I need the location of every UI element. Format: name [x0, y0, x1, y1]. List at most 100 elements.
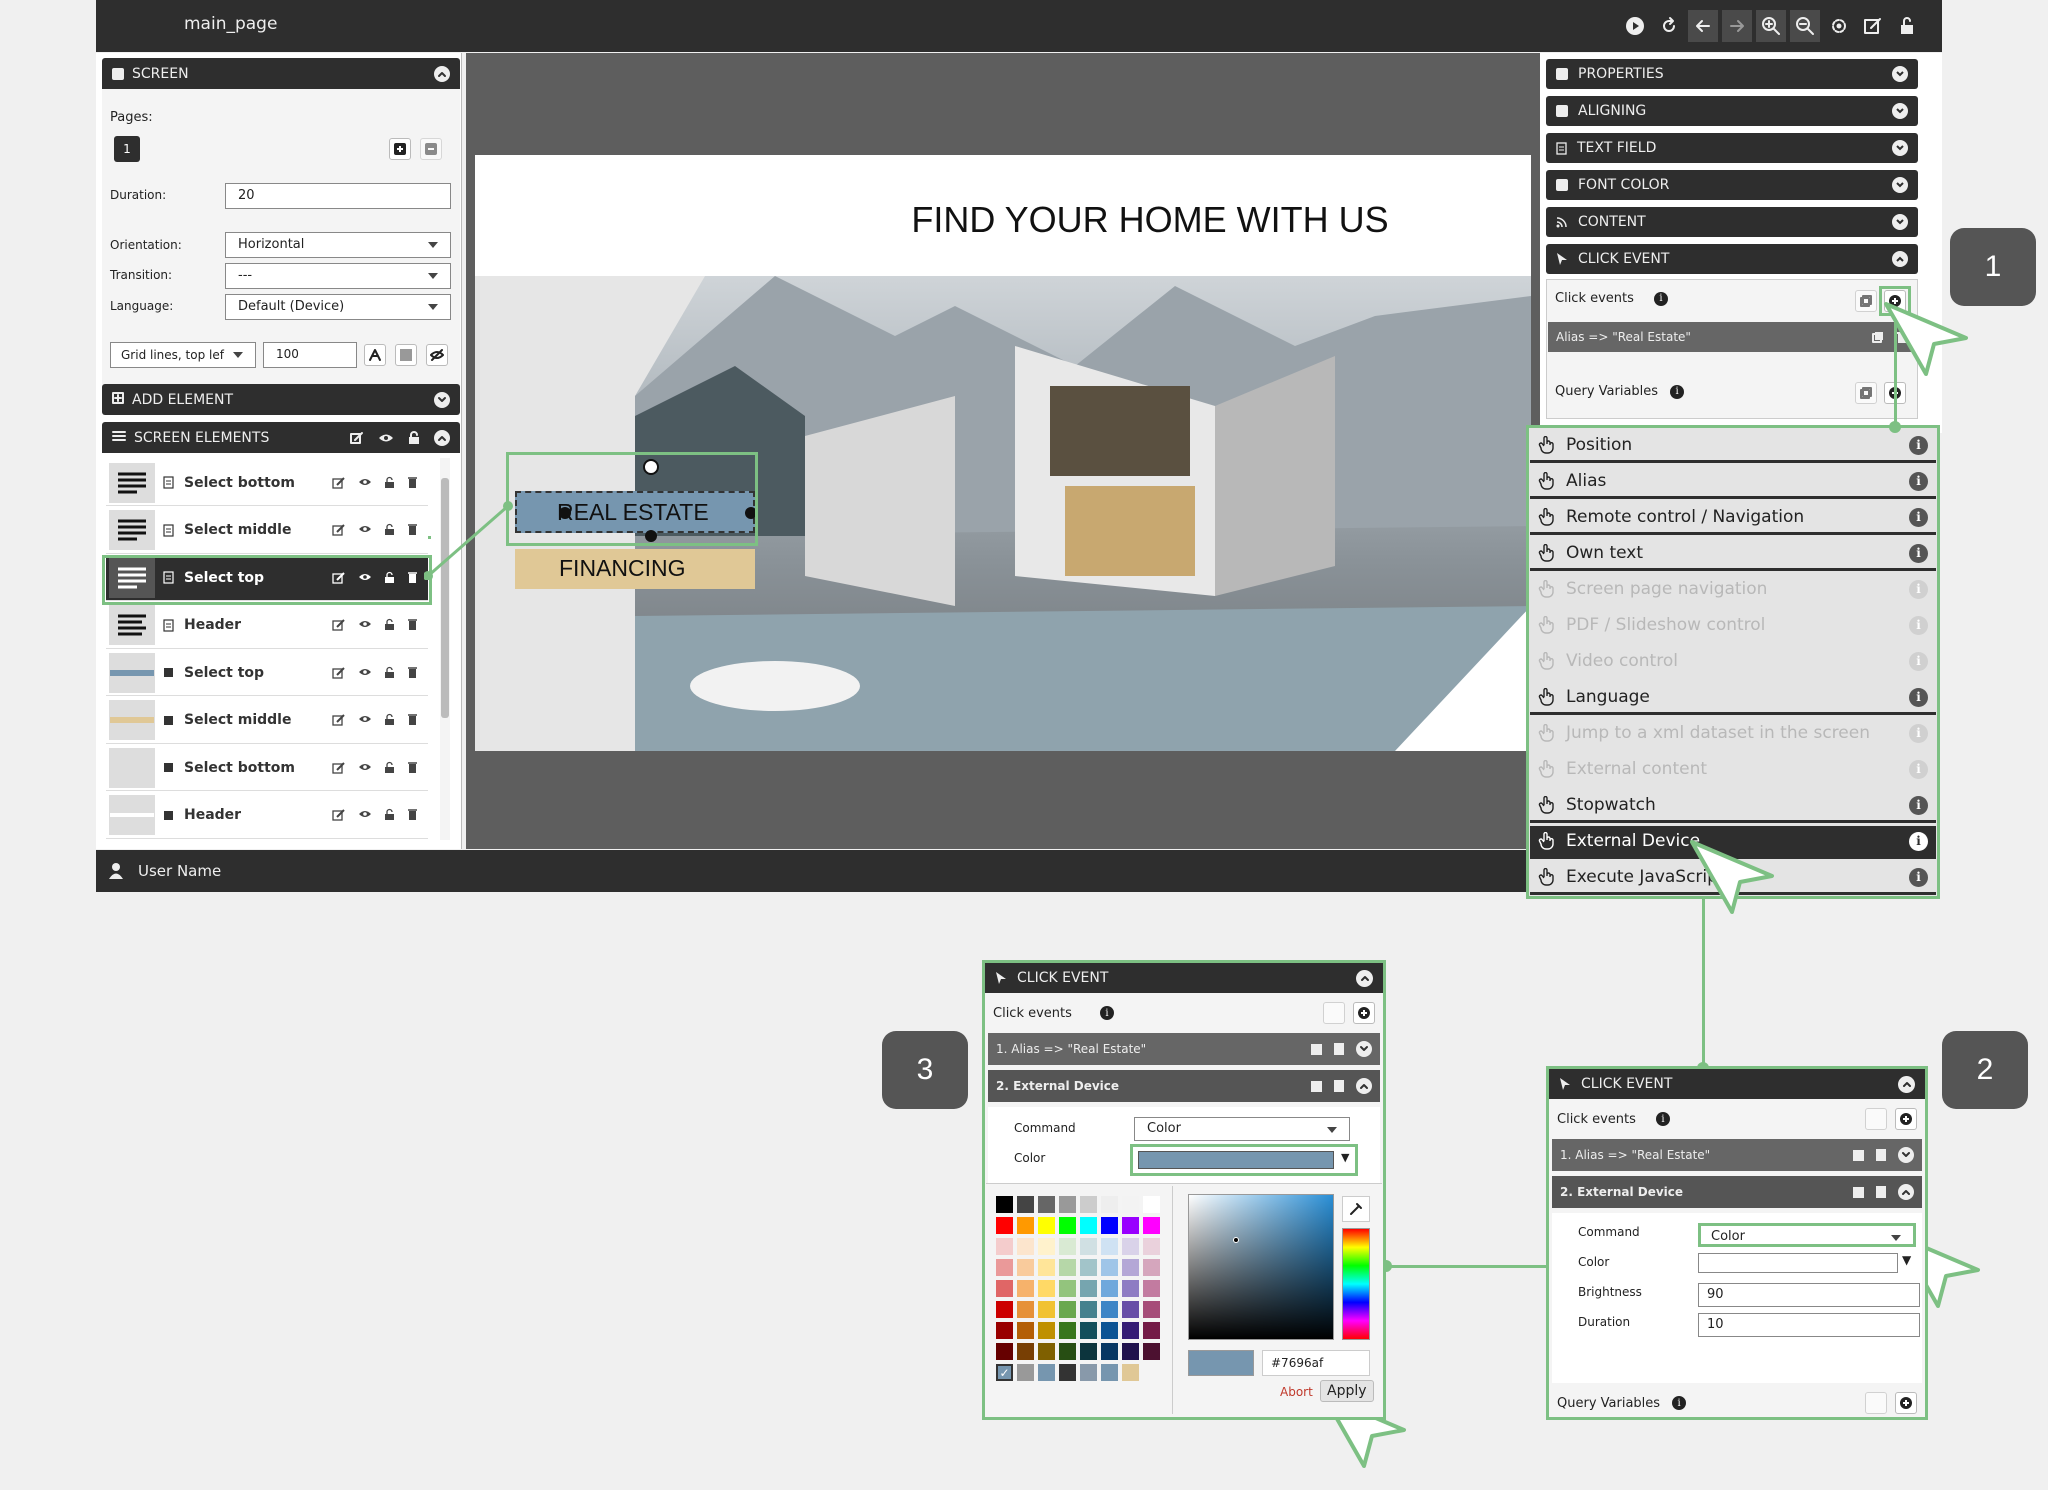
- hex-input[interactable]: #7696af: [1262, 1350, 1370, 1376]
- lock-icon[interactable]: [384, 476, 395, 489]
- color-swatch[interactable]: [1101, 1280, 1118, 1297]
- color-swatch[interactable]: [1080, 1238, 1097, 1255]
- color-swatch[interactable]: [1059, 1259, 1076, 1276]
- screen-element-row[interactable]: Select bottom: [106, 745, 428, 791]
- expand-icon[interactable]: [1892, 66, 1908, 82]
- edit-icon[interactable]: [332, 713, 346, 727]
- trash-icon[interactable]: [1334, 1080, 1344, 1092]
- edit-icon[interactable]: [1858, 10, 1888, 42]
- color-swatch[interactable]: [1143, 1343, 1160, 1360]
- section-header-click-event[interactable]: CLICK EVENT: [1546, 244, 1918, 274]
- color-swatch[interactable]: [1698, 1253, 1898, 1273]
- color-dropdown-icon[interactable]: ▼: [1341, 1151, 1349, 1164]
- grid-mode-select[interactable]: Grid lines, top lef: [110, 342, 256, 368]
- edit-icon[interactable]: [332, 666, 346, 680]
- color-swatch[interactable]: [1101, 1238, 1118, 1255]
- color-swatch[interactable]: [1059, 1238, 1076, 1255]
- color-swatch[interactable]: [1038, 1196, 1055, 1213]
- color-dropdown-icon[interactable]: ▼: [1902, 1253, 1911, 1267]
- popup-header[interactable]: CLICK EVENT: [985, 963, 1383, 993]
- screen-element-row[interactable]: Select top: [106, 650, 428, 696]
- event-row-external-device[interactable]: 2. External Device: [1552, 1176, 1922, 1208]
- edit-icon[interactable]: [332, 761, 346, 775]
- orientation-select[interactable]: Horizontal: [225, 232, 451, 258]
- color-swatch[interactable]: [1122, 1322, 1139, 1339]
- copy-icon[interactable]: [1853, 1186, 1864, 1198]
- zoom-in-icon[interactable]: [1756, 10, 1786, 42]
- info-icon[interactable]: i: [1909, 579, 1928, 599]
- eyedropper-icon[interactable]: [1342, 1196, 1370, 1222]
- expand-icon[interactable]: [1356, 1041, 1372, 1057]
- info-icon[interactable]: i: [1909, 471, 1928, 491]
- color-swatch[interactable]: [1017, 1301, 1034, 1318]
- action-item-stopwatch[interactable]: Stopwatch i: [1530, 790, 1936, 823]
- color-swatch[interactable]: [1038, 1217, 1055, 1234]
- grid-snap-icon[interactable]: [364, 344, 386, 366]
- language-select[interactable]: Default (Device): [225, 294, 451, 320]
- lock-icon[interactable]: [384, 761, 395, 774]
- trash-icon[interactable]: [407, 808, 418, 821]
- copy-icon[interactable]: [1855, 382, 1877, 404]
- color-swatch[interactable]: [996, 1238, 1013, 1255]
- add-element-header[interactable]: ADD ELEMENT: [102, 384, 460, 415]
- section-header-properties[interactable]: PROPERTIES: [1546, 59, 1918, 89]
- collapse-icon[interactable]: [1356, 969, 1373, 987]
- color-swatch[interactable]: [1122, 1343, 1139, 1360]
- color-swatch[interactable]: [1122, 1280, 1139, 1297]
- lock-icon[interactable]: [384, 713, 395, 726]
- color-swatch[interactable]: [1038, 1238, 1055, 1255]
- grid-size-input[interactable]: 100: [263, 342, 357, 368]
- screen-element-row[interactable]: Select middle: [106, 507, 428, 554]
- duration-input[interactable]: 20: [225, 183, 451, 209]
- color-swatch[interactable]: [1038, 1301, 1055, 1318]
- trash-icon[interactable]: [407, 618, 418, 631]
- color-swatch[interactable]: [1101, 1343, 1118, 1360]
- expand-icon[interactable]: [1892, 214, 1908, 230]
- transition-select[interactable]: ---: [225, 263, 451, 289]
- edit-all-icon[interactable]: [350, 431, 364, 445]
- color-swatch[interactable]: [1122, 1301, 1139, 1318]
- eye-all-icon[interactable]: [378, 432, 394, 444]
- color-swatch[interactable]: [1143, 1301, 1160, 1318]
- section-header-font-color[interactable]: FONT COLOR: [1546, 170, 1918, 200]
- refresh-icon[interactable]: [1654, 10, 1684, 42]
- trash-icon[interactable]: [407, 523, 418, 536]
- info-icon[interactable]: i: [1909, 507, 1928, 527]
- back-arrow-icon[interactable]: [1688, 10, 1718, 42]
- color-swatch[interactable]: [1122, 1364, 1139, 1381]
- abort-button[interactable]: Abort: [1280, 1385, 1313, 1399]
- color-swatch[interactable]: [1059, 1280, 1076, 1297]
- collapse-icon[interactable]: [434, 65, 450, 82]
- action-item-language[interactable]: Language i: [1530, 682, 1936, 715]
- color-swatch[interactable]: [1017, 1343, 1034, 1360]
- color-swatch[interactable]: [996, 1259, 1013, 1276]
- color-swatch[interactable]: [1059, 1301, 1076, 1318]
- color-swatch[interactable]: [1122, 1217, 1139, 1234]
- add-event-button[interactable]: [1353, 1002, 1375, 1024]
- brightness-input[interactable]: 90: [1698, 1283, 1920, 1307]
- duration-input[interactable]: 10: [1698, 1313, 1920, 1337]
- eye-icon[interactable]: [358, 808, 372, 820]
- collapse-icon[interactable]: [434, 429, 450, 446]
- copy-icon[interactable]: [1855, 290, 1877, 312]
- eye-icon[interactable]: [358, 476, 372, 488]
- color-swatch[interactable]: [1101, 1196, 1118, 1213]
- trash-icon[interactable]: [1876, 1149, 1886, 1161]
- color-swatch[interactable]: [1080, 1280, 1097, 1297]
- apply-button[interactable]: Apply: [1320, 1380, 1374, 1402]
- info-icon[interactable]: i: [1909, 723, 1928, 743]
- grid-hide-icon[interactable]: [426, 344, 448, 366]
- color-swatch[interactable]: [1080, 1364, 1097, 1381]
- info-icon[interactable]: i: [1909, 867, 1928, 887]
- color-swatch[interactable]: [1080, 1322, 1097, 1339]
- zoom-out-icon[interactable]: [1790, 10, 1820, 42]
- command-select[interactable]: Color: [1134, 1117, 1350, 1141]
- action-item-position[interactable]: Position i: [1530, 430, 1936, 463]
- color-swatch[interactable]: [996, 1343, 1013, 1360]
- copy-icon[interactable]: [1323, 1002, 1345, 1024]
- expand-icon[interactable]: [1892, 140, 1908, 156]
- event-row-alias[interactable]: 1. Alias => "Real Estate": [1552, 1139, 1922, 1171]
- forward-arrow-icon[interactable]: [1722, 10, 1752, 42]
- screen-panel-header[interactable]: SCREEN: [102, 58, 460, 89]
- screen-element-row[interactable]: Select bottom: [106, 460, 428, 506]
